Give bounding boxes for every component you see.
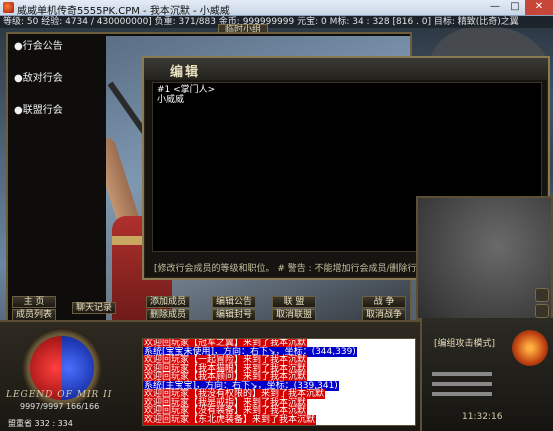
edit-notice-button[interactable]: 编辑公告: [212, 296, 256, 308]
attack-mode[interactable]: [编组攻击模式]: [434, 336, 495, 349]
day-night-icon: [512, 330, 548, 366]
window-titlebar: 威威单机传奇5555PK.CPM - 我本沉默 - 小威威 — □ ✕: [0, 0, 553, 17]
bag-bar: [432, 392, 492, 396]
window-controls: — □ ✕: [485, 0, 553, 15]
map-coordinates: 盟重省 332 : 334: [8, 419, 73, 428]
war-button[interactable]: 战 争: [362, 296, 406, 308]
game-logo: LEGEND OF MIR II: [6, 390, 113, 400]
guild-menu: ●行会公告 ●敌对行会 ●联盟行会: [14, 40, 104, 136]
minimize-button[interactable]: —: [485, 0, 505, 15]
guild-notice-link[interactable]: ●行会公告: [14, 40, 104, 72]
exp-bar: [432, 372, 492, 376]
player-status-line: 等级: 50 经验: 4734 / 430000000] 负重: 371/883…: [0, 16, 553, 28]
alliance-button[interactable]: 联 盟: [272, 296, 316, 308]
edit-line: #1 <掌门人>: [157, 85, 216, 95]
allied-guild-link[interactable]: ●联盟行会: [14, 104, 104, 136]
weight-bar: [432, 382, 492, 386]
menu-icon[interactable]: [535, 304, 549, 318]
chat-box[interactable]: 欢迎回玩家【冠军之翼】来到了我本沉默 系统[宝宝未使用]，方向：右下↘，坐标：(3…: [142, 338, 416, 426]
guild-tip: [修改行会成员的等级和职位。 # 警告 : 不能增加行会成员/删除行会成员。]: [154, 264, 452, 274]
chat-log-button[interactable]: 聊天记录: [72, 302, 116, 314]
chat-message: 欢迎回玩家【东北虎装备】来到了我本沉默: [143, 414, 415, 425]
hp-mp-orb: LEGEND OF MIR II 9997/9997 166/166 盟重省 3…: [4, 326, 138, 431]
game-clock: 11:32:16: [462, 412, 503, 422]
app-icon: [3, 2, 14, 13]
close-button[interactable]: ✕: [525, 0, 553, 15]
maximize-button[interactable]: □: [505, 0, 525, 15]
minimap[interactable]: [416, 196, 553, 320]
edit-dialog-title: 编辑: [170, 65, 201, 80]
edit-line: 小威威: [157, 95, 185, 105]
home-button[interactable]: 主 页: [12, 296, 56, 308]
edit-dialog-header: 编辑: [144, 58, 548, 80]
hp-mp-values: 9997/9997 166/166: [20, 402, 100, 411]
add-member-button[interactable]: 添加成员: [146, 296, 190, 308]
hostile-guild-link[interactable]: ●敌对行会: [14, 72, 104, 104]
gear-icon[interactable]: [535, 288, 549, 302]
window-title: 威威单机传奇5555PK.CPM - 我本沉默 - 小威威: [17, 6, 230, 17]
chat-message-text: 欢迎回玩家【东北虎装备】来到了我本沉默: [143, 414, 317, 425]
